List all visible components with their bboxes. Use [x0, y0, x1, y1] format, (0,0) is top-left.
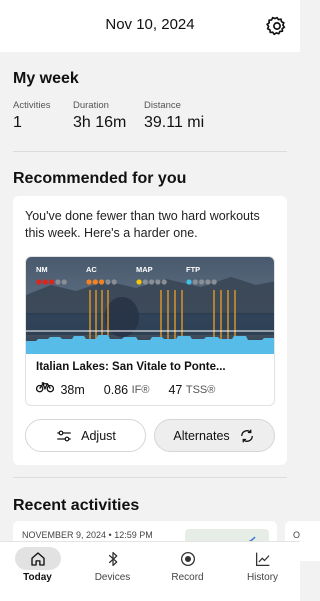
workout-duration: 38m — [60, 382, 85, 397]
stat-label: Activities — [13, 100, 51, 111]
rating-label: MAP — [136, 265, 153, 274]
tab-label: Record — [171, 572, 204, 583]
gear-icon[interactable] — [266, 15, 288, 37]
divider — [13, 477, 287, 478]
rating-dot — [49, 279, 55, 285]
workout-if-value: 0.86 — [103, 382, 129, 397]
rating-dot — [136, 279, 142, 285]
rating-dot — [61, 279, 67, 285]
stat-value: 39.11 mi — [144, 114, 205, 131]
adjust-label: Adjust — [81, 428, 116, 443]
rating-dot — [92, 279, 98, 285]
workout-tss-label: TSS® — [185, 383, 216, 396]
activity-date: O — [293, 530, 301, 540]
stat-value: 3h 16m — [73, 114, 127, 131]
app-header: Nov 10, 2024 — [0, 0, 300, 52]
stat-activities: Activities 1 — [13, 100, 50, 132]
workout-metrics: 38m 0.86 IF® 47 TSS® — [35, 381, 216, 397]
recommendation-message: You've done fewer than two hard workouts… — [25, 209, 260, 240]
tab-history[interactable]: History — [225, 542, 300, 601]
home-icon — [30, 551, 45, 566]
rating-label: FTP — [186, 265, 200, 274]
tab-label: History — [246, 572, 279, 583]
tab-bar: Today Devices Record History — [0, 541, 300, 601]
tab-label: Today — [23, 572, 52, 583]
workout-title: Italian Lakes: San Vitale to Ponte... — [36, 361, 226, 373]
refresh-icon — [240, 429, 253, 442]
rating-dot — [55, 279, 61, 285]
rating-dot — [199, 279, 205, 285]
workout-if-label: IF® — [131, 383, 150, 396]
record-icon — [180, 551, 195, 566]
week-stats: Activities 1 Duration 3h 16m Distance 39… — [13, 100, 293, 136]
rating-dot — [36, 279, 42, 285]
stat-label: Distance — [144, 100, 181, 111]
recent-title: Recent activities — [13, 497, 140, 514]
rating-dot — [192, 279, 198, 285]
tab-icon-wrap — [240, 547, 286, 570]
alternates-label: Alternates — [173, 428, 230, 443]
tab-record[interactable]: Record — [150, 542, 225, 601]
rating-dot — [211, 279, 217, 285]
stat-duration: Duration 3h 16m — [73, 100, 126, 132]
rating-dot — [42, 279, 48, 285]
recommended-card: You've done fewer than two hard workouts… — [13, 196, 287, 465]
sliders-icon — [57, 430, 71, 441]
rating-dot — [86, 279, 92, 285]
activity-date: NOVEMBER 9, 2024 • 12:59 PM — [22, 530, 153, 540]
my-week-title: My week — [13, 70, 79, 87]
rating-label: NM — [36, 265, 48, 274]
rating-dot — [142, 279, 148, 285]
recommended-title: Recommended for you — [13, 170, 187, 187]
rating-dot — [111, 279, 117, 285]
rating-dot — [161, 279, 167, 285]
rating-dot — [99, 279, 105, 285]
stat-value: 1 — [13, 114, 22, 131]
alternates-button[interactable]: Alternates — [154, 419, 275, 452]
bluetooth-icon — [108, 551, 117, 566]
workout-tss-value: 47 — [168, 382, 183, 397]
workout-card[interactable]: NM AC MAP FTP Italian Lakes: San Vitale to … — [25, 256, 275, 406]
rating-label: AC — [86, 265, 97, 274]
tab-icon-wrap — [165, 547, 211, 570]
rating-dot — [105, 279, 111, 285]
stat-label: Duration — [73, 100, 109, 111]
rating-dot — [155, 279, 161, 285]
tab-today[interactable]: Today — [0, 542, 75, 601]
tab-label: Devices — [94, 572, 131, 583]
header-date[interactable]: Nov 10, 2024 — [0, 16, 300, 33]
divider — [13, 151, 287, 152]
workout-graphic: NM AC MAP FTP — [26, 257, 274, 354]
stat-distance: Distance 39.11 mi — [144, 100, 204, 132]
tab-icon-wrap — [90, 547, 136, 570]
rating-dot — [205, 279, 211, 285]
bike-icon — [35, 382, 55, 393]
rating-dot — [186, 279, 192, 285]
chart-icon — [255, 552, 269, 566]
rating-dot — [149, 279, 155, 285]
tab-icon-wrap — [14, 547, 61, 570]
tab-devices[interactable]: Devices — [75, 542, 150, 601]
adjust-button[interactable]: Adjust — [25, 419, 146, 452]
